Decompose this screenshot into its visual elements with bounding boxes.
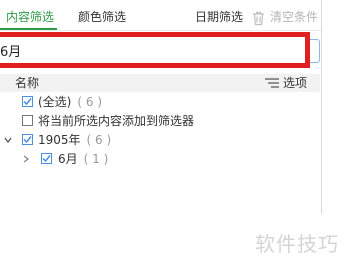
list-item-add-to-filter[interactable]: 将当前所选内容添加到筛选器 — [0, 112, 320, 130]
year-checkbox[interactable] — [22, 134, 33, 145]
highlight-annotation-box — [0, 32, 310, 68]
tab-date-filter[interactable]: 日期筛选 — [195, 8, 243, 26]
item-label: (全选) — [38, 95, 72, 109]
item-label: 6月 — [58, 152, 78, 166]
options-label: 选项 — [283, 76, 308, 90]
search-field-border — [310, 39, 320, 63]
chevron-down-icon[interactable] — [4, 136, 12, 144]
tabs-divider — [0, 30, 321, 31]
add-to-filter-checkbox[interactable] — [22, 115, 33, 126]
options-icon — [265, 78, 279, 88]
trash-icon — [253, 11, 264, 26]
list-item-month-6[interactable]: 6月 ( 1 ) — [0, 150, 320, 168]
watermark-text: 软件技巧 — [255, 232, 339, 256]
item-label: 将当前所选内容添加到筛选器 — [38, 114, 195, 128]
item-count: ( 1 ) — [83, 152, 109, 166]
list-item-select-all[interactable]: (全选) ( 6 ) — [0, 93, 320, 111]
list-item-year-1905[interactable]: 1905年 ( 6 ) — [0, 131, 320, 149]
check-icon — [23, 136, 32, 144]
check-icon — [23, 98, 32, 106]
filter-panel: 内容筛选 颜色筛选 日期筛选 清空条件 名称 选项 (全选) ( 6 ) 将当前所… — [0, 0, 321, 214]
name-column-label: 名称 — [15, 76, 40, 90]
clear-conditions-button[interactable]: 清空条件 — [270, 8, 318, 26]
item-label: 1905年 — [38, 133, 81, 147]
select-all-checkbox[interactable] — [22, 96, 33, 107]
month-checkbox[interactable] — [41, 153, 52, 164]
item-count: ( 6 ) — [77, 95, 103, 109]
list-header: 名称 选项 — [0, 74, 320, 92]
panel-divider — [321, 0, 322, 214]
tab-color-filter[interactable]: 颜色筛选 — [78, 8, 126, 26]
chevron-right-icon[interactable] — [22, 155, 30, 163]
options-button[interactable]: 选项 — [265, 75, 307, 91]
tab-content-filter[interactable]: 内容筛选 — [6, 8, 54, 26]
check-icon — [42, 155, 51, 163]
item-count: ( 6 ) — [86, 133, 112, 147]
